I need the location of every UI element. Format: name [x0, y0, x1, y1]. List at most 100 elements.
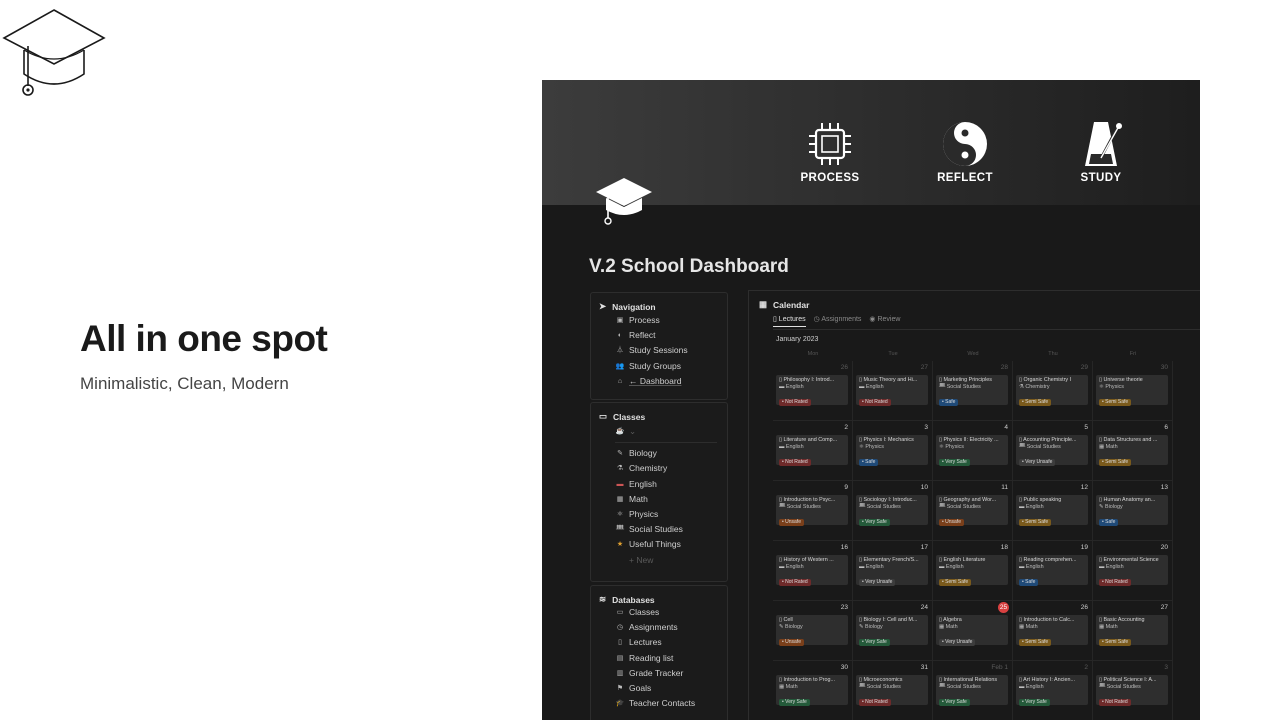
cover-process-link[interactable]: PROCESS: [785, 120, 875, 184]
tab-lectures[interactable]: ▯ Lectures: [773, 315, 806, 327]
lecture-card[interactable]: ▯ Basic Accounting ▦ Math • Semi Safe: [1096, 615, 1168, 646]
lecture-card[interactable]: ▯ Music Theory and Hi... ▬ English • Not R…: [856, 375, 928, 406]
nav-item-dashboard[interactable]: ⌂ ← Dashboard: [591, 374, 727, 389]
calendar-day[interactable]: 18 ▯ English Literature ▬ English • Semi Sa…: [933, 541, 1013, 601]
nav-item-study-groups[interactable]: 👥 Study Groups: [591, 359, 727, 374]
calendar-day[interactable]: 29 ▯ Organic Chemistry I ⚗ Chemistry • Semi…: [1013, 361, 1093, 421]
nav-item-study-sessions[interactable]: ⏃ Study Sessions: [591, 343, 727, 358]
lecture-subject: ✎ Biology: [779, 624, 803, 630]
calendar-day[interactable]: 3 ▯ Physics I: Mechanics ⚛ Physics • Safe: [853, 421, 933, 481]
lecture-card[interactable]: ▯ Geography and Wor... ᚙ Social Studies • …: [936, 495, 1008, 526]
calendar-day[interactable]: 23 ▯ Cell ✎ Biology • Unsafe: [773, 601, 853, 661]
lecture-card[interactable]: ▯ Introduction to Psyc... ᚙ Social Studie…: [776, 495, 848, 526]
class-item-chemistry[interactable]: ⚗ Chemistry: [591, 461, 727, 476]
status-badge: • Semi Safe: [1099, 459, 1132, 466]
tab-assignments[interactable]: ◷ Assignments: [814, 315, 862, 327]
day-number: 12: [1080, 484, 1088, 491]
calendar-day[interactable]: 16 ▯ History of Western ... ▬ English • Not…: [773, 541, 853, 601]
status-badge: • Semi Safe: [1099, 639, 1132, 646]
lecture-title: ▯ Reading comprehen...: [1019, 557, 1077, 563]
nav-item-reflect[interactable]: ◐ Reflect: [591, 328, 727, 343]
lecture-subject: ▬ English: [779, 384, 804, 390]
lecture-title: ▯ Introduction to Prog...: [779, 677, 836, 683]
lecture-card[interactable]: ▯ Introduction to Calc... ▦ Math • Semi Sa…: [1016, 615, 1088, 646]
lecture-card[interactable]: ▯ Art History I: Ancien... ▬ English • Ver…: [1016, 675, 1088, 706]
calendar-day[interactable]: 26 ▯ Philosophy I: Introd... ▬ English • No…: [773, 361, 853, 421]
calendar-day[interactable]: 20 ▯ Environmental Science ▬ English • Not …: [1093, 541, 1173, 601]
lecture-card[interactable]: ▯ Universe theorie ⚛ Physics • Semi Safe: [1096, 375, 1168, 406]
class-item-biology[interactable]: ✎ Biology: [591, 446, 727, 461]
new-class-button[interactable]: + New: [591, 553, 727, 568]
lecture-card[interactable]: ▯ Public speaking ▬ English • Semi Safe: [1016, 495, 1088, 526]
class-item-useful-things[interactable]: ★ Useful Things: [591, 537, 727, 552]
calendar-day[interactable]: 26 ▯ Introduction to Calc... ▦ Math • Semi …: [1013, 601, 1093, 661]
calendar-day[interactable]: 19 ▯ Reading comprehen... ▬ English • Safe: [1013, 541, 1093, 601]
lecture-card[interactable]: ▯ Human Anatomy an... ✎ Biology • Safe: [1096, 495, 1168, 526]
calendar-month: January 2023: [776, 336, 819, 343]
class-item-physics[interactable]: ⚛ Physics: [591, 507, 727, 522]
calendar-day[interactable]: 28 ▯ Marketing Principles ᚙ Social Studies…: [933, 361, 1013, 421]
lecture-title: ▯ Elementary French/S...: [859, 557, 919, 563]
lecture-card[interactable]: ▯ Elementary French/S... ▬ English • Very …: [856, 555, 928, 586]
calendar-day[interactable]: 11 ▯ Geography and Wor... ᚙ Social Studies…: [933, 481, 1013, 541]
calendar-day[interactable]: 30 ▯ Introduction to Prog... ▦ Math • Very …: [773, 661, 853, 720]
lecture-card[interactable]: ▯ Political Science I: A... ᚙ Social Stud…: [1096, 675, 1168, 706]
db-item-classes[interactable]: ▭ Classes: [591, 605, 727, 620]
calendar-day[interactable]: 31 ▯ Microeconomics ᚙ Social Studies • Not …: [853, 661, 933, 720]
lecture-card[interactable]: ▯ Physics I: Mechanics ⚛ Physics • Safe: [856, 435, 928, 466]
calendar-day[interactable]: 27 ▯ Basic Accounting ▦ Math • Semi Safe: [1093, 601, 1173, 661]
db-item-grade-tracker[interactable]: ▥ Grade Tracker: [591, 666, 727, 681]
calendar-day[interactable]: 4 ▯ Physics II: Electricity ... ⚛ Physics •…: [933, 421, 1013, 481]
calendar-day[interactable]: 13 ▯ Human Anatomy an... ✎ Biology • Safe: [1093, 481, 1173, 541]
calendar-day[interactable]: 27 ▯ Music Theory and Hi... ▬ English • Not…: [853, 361, 933, 421]
lecture-card[interactable]: ▯ Accounting Principle... ᚙ Social Studie…: [1016, 435, 1088, 466]
class-item-math[interactable]: ▦ Math: [591, 492, 727, 507]
lecture-card[interactable]: ▯ Sociology I: Introduc... ᚙ Social Studi…: [856, 495, 928, 526]
db-item-goals[interactable]: ⚑ Goals: [591, 681, 727, 696]
calendar-day[interactable]: 5 ▯ Accounting Principle... ᚙ Social Studi…: [1013, 421, 1093, 481]
calendar-day[interactable]: 10 ▯ Sociology I: Introduc... ᚙ Social Stu…: [853, 481, 933, 541]
classes-toggle[interactable]: ☕ ⌄: [591, 424, 727, 439]
class-item-social-studies[interactable]: ᚙ Social Studies: [591, 522, 727, 537]
calendar-day[interactable]: 30 ▯ Universe theorie ⚛ Physics • Semi Safe: [1093, 361, 1173, 421]
lecture-card[interactable]: ▯ Cell ✎ Biology • Unsafe: [776, 615, 848, 646]
lecture-card[interactable]: ▯ Physics II: Electricity ... ⚛ Physics • …: [936, 435, 1008, 466]
lecture-card[interactable]: ▯ History of Western ... ▬ English • Not R…: [776, 555, 848, 586]
calendar-day[interactable]: 25 ▯ Algebra ▦ Math • Very Unsafe: [933, 601, 1013, 661]
db-item-lectures[interactable]: ▯ Lectures: [591, 635, 727, 650]
class-item-english[interactable]: ▬ English: [591, 477, 727, 492]
db-item-reading-list[interactable]: ▤ Reading list: [591, 651, 727, 666]
lecture-card[interactable]: ▯ Introduction to Prog... ▦ Math • Very Sa…: [776, 675, 848, 706]
lecture-card[interactable]: ▯ Organic Chemistry I ⚗ Chemistry • Semi S…: [1016, 375, 1088, 406]
lecture-card[interactable]: ▯ Marketing Principles ᚙ Social Studies • …: [936, 375, 1008, 406]
calendar-day[interactable]: 24 ▯ Biology I: Cell and M... ✎ Biology • V…: [853, 601, 933, 661]
calendar-day[interactable]: 2 ▯ Art History I: Ancien... ▬ English • Ve…: [1013, 661, 1093, 720]
calendar-day[interactable]: Feb 1 ▯ International Relations ᚙ Social S…: [933, 661, 1013, 720]
lecture-card[interactable]: ▯ Literature and Comp... ▬ English • Not R…: [776, 435, 848, 466]
calendar-day[interactable]: 17 ▯ Elementary French/S... ▬ English • Ver…: [853, 541, 933, 601]
lecture-card[interactable]: ▯ Reading comprehen... ▬ English • Safe: [1016, 555, 1088, 586]
lecture-card[interactable]: ▯ Data Structures and ... ▦ Math • Semi Sa…: [1096, 435, 1168, 466]
lecture-card[interactable]: ▯ English Literature ▬ English • Semi Safe: [936, 555, 1008, 586]
db-item-teacher-contacts[interactable]: 🎓 Teacher Contacts: [591, 696, 727, 711]
lecture-title: ▯ Physics I: Mechanics: [859, 437, 914, 443]
calendar-day[interactable]: 9 ▯ Introduction to Psyc... ᚙ Social Studi…: [773, 481, 853, 541]
db-item-assignments[interactable]: ◷ Assignments: [591, 620, 727, 635]
day-number: 29: [1080, 364, 1088, 371]
tab-review[interactable]: ◉ Review: [869, 315, 900, 327]
cover-reflect-link[interactable]: REFLECT: [920, 120, 1010, 184]
lecture-card[interactable]: ▯ International Relations ᚙ Social Studie…: [936, 675, 1008, 706]
lecture-card[interactable]: ▯ Algebra ▦ Math • Very Unsafe: [936, 615, 1008, 646]
lecture-title: ▯ Public speaking: [1019, 497, 1062, 503]
calendar-day[interactable]: 3 ▯ Political Science I: A... ᚙ Social Stu…: [1093, 661, 1173, 720]
lecture-card[interactable]: ▯ Microeconomics ᚙ Social Studies • Not Ra…: [856, 675, 928, 706]
calendar-day[interactable]: 2 ▯ Literature and Comp... ▬ English • Not …: [773, 421, 853, 481]
lecture-card[interactable]: ▯ Environmental Science ▬ English • Not Ra…: [1096, 555, 1168, 586]
status-badge: • Unsafe: [779, 519, 804, 526]
calendar-day[interactable]: 12 ▯ Public speaking ▬ English • Semi Safe: [1013, 481, 1093, 541]
cover-study-link[interactable]: STUDY: [1056, 120, 1146, 184]
lecture-card[interactable]: ▯ Philosophy I: Introd... ▬ English • Not …: [776, 375, 848, 406]
lecture-card[interactable]: ▯ Biology I: Cell and M... ✎ Biology • Ver…: [856, 615, 928, 646]
nav-item-process[interactable]: ▣ Process: [591, 313, 727, 328]
calendar-day[interactable]: 6 ▯ Data Structures and ... ▦ Math • Semi S…: [1093, 421, 1173, 481]
